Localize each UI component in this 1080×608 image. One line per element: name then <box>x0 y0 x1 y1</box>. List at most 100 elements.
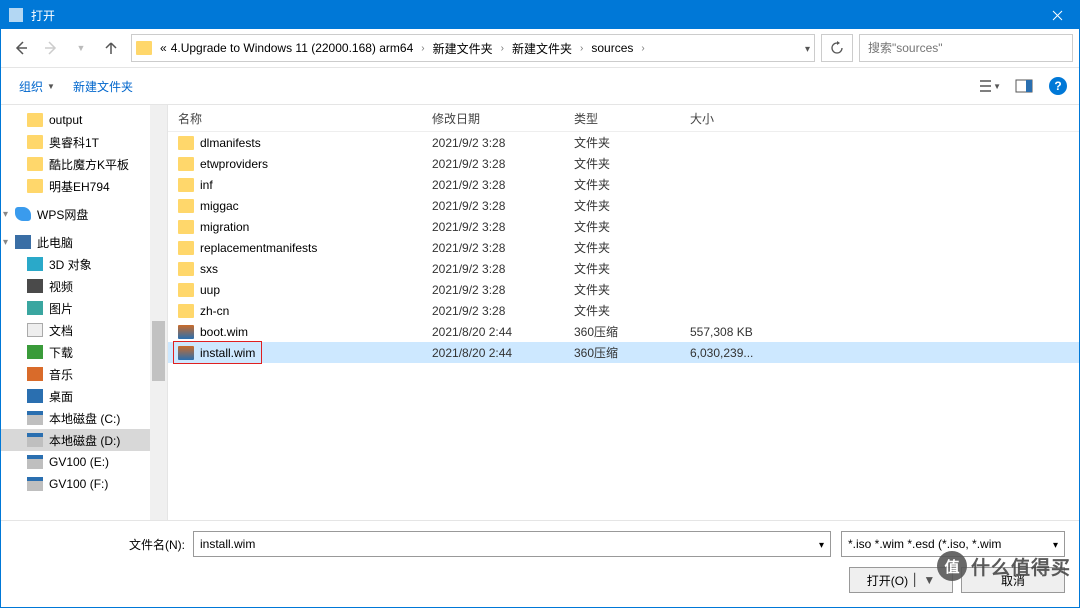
file-row[interactable]: etwproviders2021/9/2 3:28文件夹 <box>168 153 1079 174</box>
folder-icon <box>178 136 194 150</box>
tree-item[interactable]: ▾此电脑 <box>1 231 167 253</box>
chevron-down-icon: ▼ <box>993 82 1001 91</box>
file-row[interactable]: migration2021/9/2 3:28文件夹 <box>168 216 1079 237</box>
close-icon <box>1052 10 1063 21</box>
file-type: 文件夹 <box>574 218 690 235</box>
expand-icon[interactable]: ▾ <box>3 209 8 220</box>
file-row[interactable]: install.wim2021/8/20 2:44360压缩6,030,239.… <box>168 342 1079 363</box>
file-row[interactable]: sxs2021/9/2 3:28文件夹 <box>168 258 1079 279</box>
open-button[interactable]: 打开(O) ▏▼ <box>849 567 953 593</box>
file-row[interactable]: zh-cn2021/9/2 3:28文件夹 <box>168 300 1079 321</box>
tree-item[interactable]: GV100 (E:) <box>1 451 167 473</box>
scrollbar-thumb[interactable] <box>152 321 165 381</box>
file-row[interactable]: miggac2021/9/2 3:28文件夹 <box>168 195 1079 216</box>
tree-item[interactable]: ▾ WPS网盘 <box>1 203 167 225</box>
tree-item[interactable]: 本地磁盘 (C:) <box>1 407 167 429</box>
file-type: 文件夹 <box>574 134 690 151</box>
filename-combo[interactable]: install.wim <box>193 531 831 557</box>
folder-icon <box>178 178 194 192</box>
tree-item-label: 下载 <box>49 344 73 361</box>
chevron-down-icon[interactable] <box>1053 537 1058 551</box>
refresh-button[interactable] <box>821 34 853 62</box>
file-date: 2021/9/2 3:28 <box>432 157 574 171</box>
up-button[interactable] <box>97 34 125 62</box>
filename-label: 文件名(N): <box>15 536 193 553</box>
file-type-filter[interactable]: *.iso *.wim *.esd (*.iso, *.wim <box>841 531 1065 557</box>
column-header-type[interactable]: 类型 <box>574 110 690 127</box>
tree-item[interactable]: 视频 <box>1 275 167 297</box>
tree-item[interactable]: 下载 <box>1 341 167 363</box>
tree-item[interactable]: 本地磁盘 (D:) <box>1 429 167 451</box>
close-button[interactable] <box>1035 1 1079 29</box>
pic-icon <box>27 301 43 315</box>
title-bar: 打开 <box>1 1 1079 29</box>
file-type: 文件夹 <box>574 281 690 298</box>
column-header-size[interactable]: 大小 <box>690 110 790 127</box>
doc-icon <box>27 323 43 337</box>
search-input[interactable] <box>866 40 1066 56</box>
file-row[interactable]: replacementmanifests2021/9/2 3:28文件夹 <box>168 237 1079 258</box>
cloud-icon <box>15 207 31 221</box>
drv-icon <box>27 433 43 447</box>
tree-item[interactable]: 音乐 <box>1 363 167 385</box>
tree-item[interactable]: GV100 (F:) <box>1 473 167 495</box>
forward-button[interactable] <box>37 34 65 62</box>
column-header-name[interactable]: 名称 <box>178 110 432 127</box>
help-button[interactable]: ? <box>1049 77 1067 95</box>
file-name: dlmanifests <box>200 136 432 150</box>
file-list-pane: 名称 修改日期 类型 大小 dlmanifests2021/9/2 3:28文件… <box>168 105 1079 520</box>
address-bar[interactable]: « 4.Upgrade to Windows 11 (22000.168) ar… <box>131 34 815 62</box>
tree-item[interactable]: 酷比魔方K平板 <box>1 153 167 175</box>
folder-icon <box>27 179 43 193</box>
breadcrumb-item[interactable]: 新建文件夹 <box>510 40 574 57</box>
file-row[interactable]: inf2021/9/2 3:28文件夹 <box>168 174 1079 195</box>
cancel-label: 取消 <box>1001 572 1025 589</box>
file-date: 2021/9/2 3:28 <box>432 262 574 276</box>
tree-item-label: 图片 <box>49 300 73 317</box>
file-row[interactable]: uup2021/9/2 3:28文件夹 <box>168 279 1079 300</box>
preview-pane-toggle[interactable] <box>1013 75 1035 97</box>
dl-icon <box>27 345 43 359</box>
drv-icon <box>27 411 43 425</box>
search-box[interactable] <box>859 34 1073 62</box>
cancel-button[interactable]: 取消 <box>961 567 1065 593</box>
expand-icon[interactable]: ▾ <box>3 237 8 248</box>
file-date: 2021/9/2 3:28 <box>432 220 574 234</box>
column-header-date[interactable]: 修改日期 <box>432 110 574 127</box>
tree-item[interactable]: 图片 <box>1 297 167 319</box>
file-type: 360压缩 <box>574 344 690 361</box>
folder-icon <box>178 304 194 318</box>
tree-item[interactable]: 3D 对象 <box>1 253 167 275</box>
tree-item-label: WPS网盘 <box>37 206 88 223</box>
arrow-up-icon <box>103 40 119 56</box>
organize-menu[interactable]: 组织 ▼ <box>13 74 61 99</box>
file-row[interactable]: boot.wim2021/8/20 2:44360压缩557,308 KB <box>168 321 1079 342</box>
back-button[interactable] <box>7 34 35 62</box>
tree-item[interactable]: 文档 <box>1 319 167 341</box>
breadcrumb-item[interactable]: 4.Upgrade to Windows 11 (22000.168) arm6… <box>169 41 416 55</box>
breadcrumb-item[interactable]: 新建文件夹 <box>431 40 495 57</box>
tree-item-label: GV100 (F:) <box>49 477 108 491</box>
list-view-icon <box>979 79 991 93</box>
view-menu[interactable]: ▼ <box>979 75 1001 97</box>
tree-item-label: GV100 (E:) <box>49 455 109 469</box>
file-type: 文件夹 <box>574 260 690 277</box>
breadcrumb-item[interactable]: sources <box>589 41 635 55</box>
preview-pane-icon <box>1015 79 1033 93</box>
tree-item[interactable]: output <box>1 109 167 131</box>
tree-item[interactable]: 奥睿科1T <box>1 131 167 153</box>
chevron-down-icon[interactable] <box>819 537 824 551</box>
file-name: etwproviders <box>200 157 432 171</box>
split-chevron-icon[interactable]: ▏▼ <box>914 573 935 587</box>
address-dropdown[interactable] <box>805 41 810 55</box>
dialog-footer: 文件名(N): install.wim *.iso *.wim *.esd (*… <box>1 520 1079 607</box>
file-row[interactable]: dlmanifests2021/9/2 3:28文件夹 <box>168 132 1079 153</box>
file-size: 557,308 KB <box>690 325 790 339</box>
tree-item-label: 视频 <box>49 278 73 295</box>
tree-item[interactable]: 桌面 <box>1 385 167 407</box>
scrollbar[interactable] <box>150 105 167 520</box>
chevron-down-icon: ▼ <box>77 43 86 53</box>
history-dropdown[interactable]: ▼ <box>67 34 95 62</box>
new-folder-button[interactable]: 新建文件夹 <box>67 74 139 99</box>
tree-item[interactable]: 明基EH794 <box>1 175 167 197</box>
